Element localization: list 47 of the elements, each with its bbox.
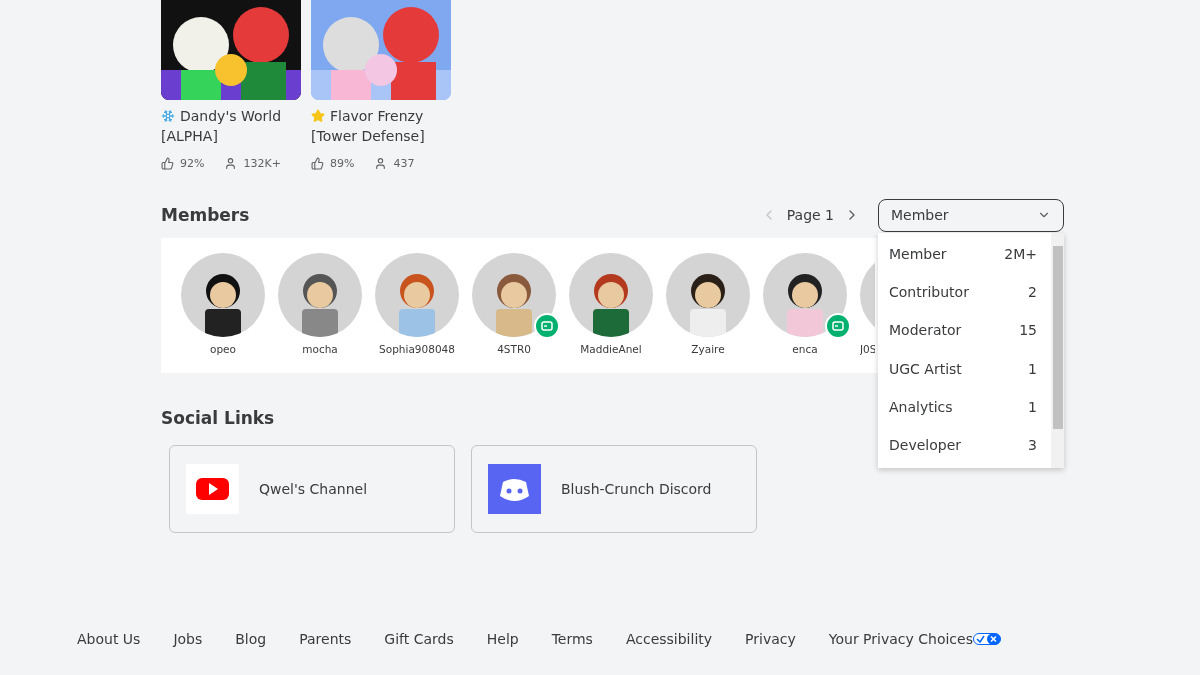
section-heading: Members — [161, 205, 251, 225]
member-name[interactable]: 4STR0 — [497, 343, 531, 355]
page-label: Page 1 — [786, 207, 834, 223]
privacy-toggle-icon — [972, 633, 1001, 645]
menu-option[interactable]: UGC Artist 1 — [878, 349, 1051, 388]
person-icon — [224, 157, 238, 170]
scrollbar[interactable] — [1051, 233, 1064, 468]
social-link[interactable]: Qwel's Channel — [169, 445, 455, 533]
member-name[interactable]: J0S — [860, 343, 875, 355]
member-name[interactable]: enca — [792, 343, 818, 355]
game-title: Flavor Frenzy — [330, 107, 424, 126]
role-dropdown[interactable]: Member — [878, 198, 1064, 232]
footer-link[interactable]: Privacy — [745, 631, 796, 647]
social-link[interactable]: Blush-Crunch Discord — [471, 445, 757, 533]
footer-link[interactable]: Terms — [551, 631, 593, 647]
play-logo-icon — [186, 464, 239, 514]
footer-link[interactable]: Your Privacy Choices — [828, 631, 1001, 647]
menu-option[interactable]: Contributor 2 — [878, 273, 1051, 312]
member-name[interactable]: Zyaire — [691, 343, 725, 355]
member-name[interactable]: mocha — [302, 343, 338, 355]
rating-text: 92% — [180, 157, 205, 170]
footer-link[interactable]: Parents — [299, 631, 352, 647]
game-controller-logo-icon — [488, 464, 541, 514]
menu-option[interactable]: Moderator 15 — [878, 311, 1051, 350]
footer-link[interactable]: Accessibility — [625, 631, 713, 647]
footer-link[interactable]: Jobs — [173, 631, 203, 647]
game-title: [ALPHA] — [161, 127, 219, 146]
footer-link[interactable]: Blog — [235, 631, 267, 647]
game-title: [Tower Defense] — [311, 127, 426, 146]
player-count: 132K+ — [243, 157, 281, 170]
rating-text: 89% — [330, 157, 355, 170]
menu-option[interactable]: Analytics 1 — [878, 387, 1051, 426]
player-count: 437 — [393, 157, 415, 170]
menu-option[interactable]: Developer 3 — [878, 425, 1051, 465]
footer-link[interactable]: Help — [486, 631, 519, 647]
thumbs-up-icon — [311, 157, 324, 170]
member-name[interactable]: Sophia908048 — [379, 343, 455, 355]
menu-option[interactable]: Member 2M+ — [878, 235, 1051, 274]
star-icon — [311, 109, 325, 123]
member-name[interactable]: MaddieAnel — [580, 343, 642, 355]
thumbs-up-icon — [161, 157, 174, 170]
footer-link[interactable]: Gift Cards — [384, 631, 454, 647]
footer-link[interactable]: About Us — [77, 631, 141, 647]
person-icon — [374, 157, 388, 170]
member-name[interactable]: opeo — [210, 343, 236, 355]
snowflake-icon — [161, 109, 175, 123]
game-title: Dandy's World — [180, 107, 282, 126]
